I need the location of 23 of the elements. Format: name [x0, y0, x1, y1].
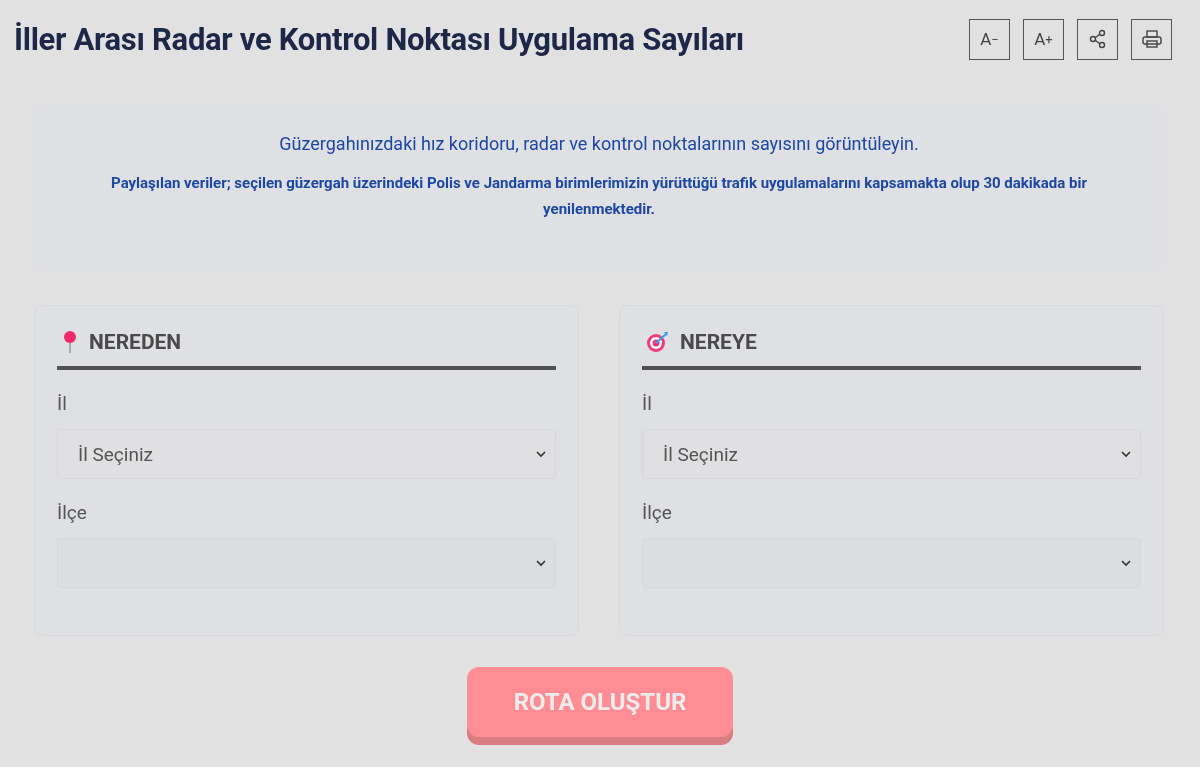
chevron-icon — [535, 559, 547, 567]
page-title: İller Arası Radar ve Kontrol Noktası Uygulama Sayıları — [14, 20, 744, 58]
panel-title: NEREDEN — [89, 330, 182, 354]
printer-icon — [1140, 29, 1163, 49]
info-heading: Güzergahınızdaki hız koridoru, radar ve kontrol noktalarının sayısını görüntüleyin. — [278, 133, 920, 154]
chevron-icon — [535, 450, 547, 458]
share-icon — [1087, 29, 1108, 49]
share-button[interactable] — [1077, 18, 1118, 60]
print-button[interactable] — [1131, 18, 1172, 60]
field-label: İlçe — [57, 501, 88, 524]
info-note: Paylaşılan veriler; seçilen güzergah üzerindeki Polis ve Jandarma birimlerimizin yürüttüğü trafik uygulamalarını kapsamakta olup 30 dakikada bir yenilenmektedir. — [110, 173, 1088, 220]
target-icon — [646, 331, 670, 353]
pin-icon — [61, 330, 79, 354]
field-label: İl — [57, 392, 68, 415]
select-field[interactable]: İl Seçiniz — [642, 429, 1141, 479]
select-field[interactable] — [57, 538, 556, 588]
chevron-icon — [1120, 559, 1132, 567]
panel-title: NEREYE — [680, 330, 757, 354]
chevron-icon — [1120, 450, 1132, 458]
field-label: İl — [642, 392, 653, 415]
select-field[interactable] — [642, 538, 1141, 588]
select-field[interactable]: İl Seçiniz — [57, 429, 556, 479]
field-label: İlçe — [642, 501, 673, 524]
